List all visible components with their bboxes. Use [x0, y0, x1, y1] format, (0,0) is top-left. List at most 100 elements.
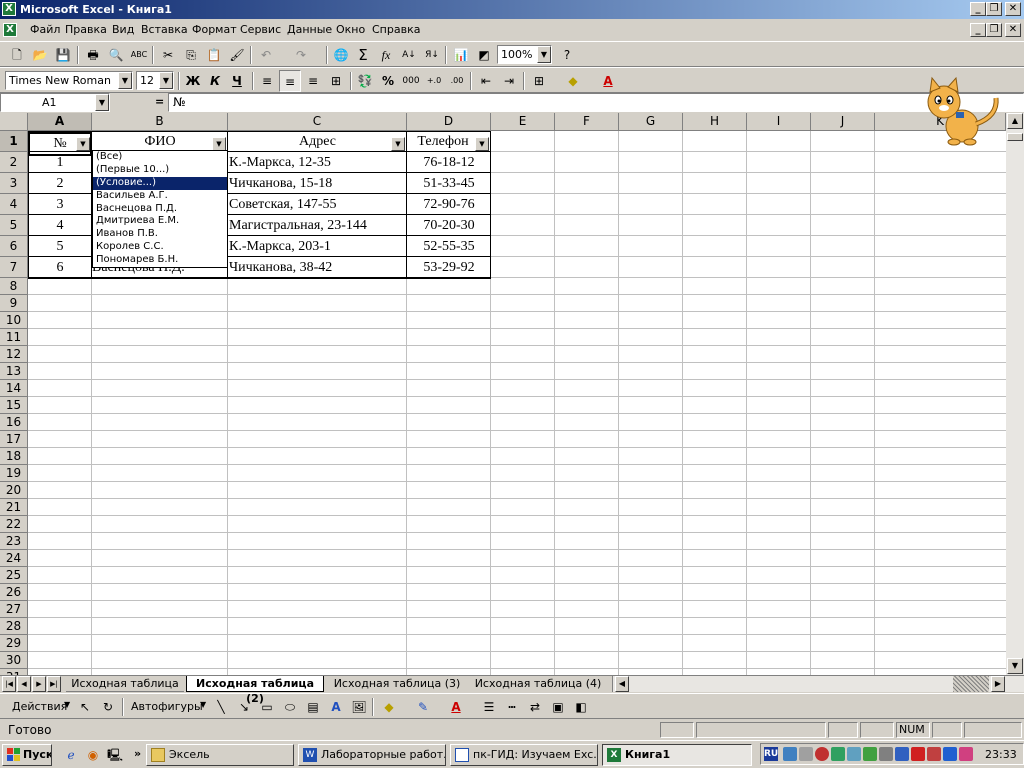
- next-sheet-button[interactable]: ▶: [32, 676, 46, 692]
- sheet-tab-active[interactable]: Исходная таблица (2): [186, 676, 324, 705]
- col-header-a[interactable]: A: [28, 113, 92, 131]
- drawing-icon[interactable]: ◩: [473, 44, 495, 66]
- sort-asc-icon[interactable]: A↓: [398, 44, 420, 66]
- col-header-f[interactable]: F: [555, 113, 619, 131]
- tray-app-icon[interactable]: [847, 747, 861, 761]
- row-header[interactable]: 27: [0, 601, 28, 618]
- copy-icon[interactable]: ⎘: [180, 44, 202, 66]
- col-header-b[interactable]: B: [92, 113, 228, 131]
- filter-option[interactable]: Иванов П.В.: [93, 228, 227, 241]
- sheet-tab[interactable]: Исходная таблица (3): [330, 676, 464, 692]
- scroll-right-button[interactable]: ▶: [991, 676, 1005, 692]
- filter-option[interactable]: Королев С.С.: [93, 241, 227, 254]
- col-header-d[interactable]: D: [407, 113, 491, 131]
- volume-icon[interactable]: [799, 747, 813, 761]
- textbox-icon[interactable]: ▤: [302, 696, 324, 718]
- actions-menu[interactable]: Действия: [12, 700, 67, 713]
- col-header-j[interactable]: J: [811, 113, 875, 131]
- row-header[interactable]: 18: [0, 448, 28, 465]
- undo-icon[interactable]: ↶: [255, 44, 277, 66]
- language-indicator[interactable]: RU: [764, 747, 778, 761]
- redo-icon[interactable]: ↷: [290, 44, 312, 66]
- row-header[interactable]: 17: [0, 431, 28, 448]
- font-color-icon[interactable]: A: [597, 70, 619, 92]
- filter-option[interactable]: Васильев А.Г.: [93, 190, 227, 203]
- scroll-thumb[interactable]: [1007, 133, 1023, 141]
- tray-app-icon[interactable]: [911, 747, 925, 761]
- row-header[interactable]: 5: [0, 215, 28, 236]
- tray-app-icon[interactable]: [879, 747, 893, 761]
- row-header[interactable]: 13: [0, 363, 28, 380]
- cut-icon[interactable]: ✂: [157, 44, 179, 66]
- autoshapes-menu[interactable]: Автофигуры: [131, 700, 203, 713]
- maximize-button[interactable]: ❐: [986, 2, 1002, 16]
- menu-edit[interactable]: Правка: [65, 23, 107, 36]
- select-all-corner[interactable]: [0, 113, 28, 131]
- save-icon[interactable]: 💾: [52, 44, 74, 66]
- fill-color-icon[interactable]: ◆: [562, 70, 584, 92]
- row-header[interactable]: 15: [0, 397, 28, 414]
- close-button[interactable]: ✕: [1005, 2, 1021, 16]
- dash-style-icon[interactable]: ┅: [501, 696, 523, 718]
- row-header[interactable]: 19: [0, 465, 28, 482]
- network-icon[interactable]: [783, 747, 797, 761]
- media-player-icon[interactable]: ◉: [82, 744, 104, 766]
- doc-minimize-button[interactable]: _: [970, 23, 986, 37]
- menu-format[interactable]: Формат: [192, 23, 237, 36]
- merge-center-icon[interactable]: ⊞: [325, 70, 347, 92]
- filter-option[interactable]: Дмитриева Е.М.: [93, 215, 227, 228]
- open-icon[interactable]: 📂: [29, 44, 51, 66]
- scroll-down-button[interactable]: ▼: [1007, 658, 1023, 674]
- draw-fill-color-icon[interactable]: ◆: [378, 696, 400, 718]
- quicklaunch-more-icon[interactable]: »: [134, 747, 141, 760]
- task-excel[interactable]: X Книга1: [602, 744, 752, 766]
- filter-option-selected[interactable]: (Условие...): [93, 176, 227, 190]
- tray-app-icon[interactable]: [943, 747, 957, 761]
- menu-tools[interactable]: Сервис: [240, 23, 281, 36]
- spelling-icon[interactable]: ABC: [128, 44, 150, 66]
- formula-input[interactable]: №: [168, 93, 1024, 112]
- currency-icon[interactable]: 💱: [354, 70, 376, 92]
- rectangle-icon[interactable]: ▭: [256, 696, 278, 718]
- vertical-scrollbar[interactable]: ▲ ▼: [1006, 113, 1024, 675]
- zoom-select[interactable]: 100% ▼: [497, 45, 552, 64]
- sheet-tab[interactable]: Исходная таблица: [66, 676, 184, 692]
- minimize-button[interactable]: _: [970, 2, 986, 16]
- col-header-c[interactable]: C: [228, 113, 407, 131]
- menu-window[interactable]: Окно: [336, 23, 365, 36]
- doc-restore-button[interactable]: ❐: [986, 23, 1002, 37]
- scroll-up-button[interactable]: ▲: [1007, 113, 1023, 129]
- menu-data[interactable]: Данные: [287, 23, 332, 36]
- doc-close-button[interactable]: ✕: [1005, 23, 1021, 37]
- underline-button[interactable]: Ч: [226, 70, 248, 92]
- office-assistant-cat-icon[interactable]: [918, 76, 1002, 146]
- last-sheet-button[interactable]: ▶|: [47, 676, 61, 692]
- row-header[interactable]: 20: [0, 482, 28, 499]
- increase-decimal-icon[interactable]: +.0: [423, 70, 445, 92]
- sheet-tab[interactable]: Исходная таблица (4): [470, 676, 606, 692]
- antivirus-icon[interactable]: [815, 747, 829, 761]
- font-size-select[interactable]: 12 ▼: [136, 71, 174, 90]
- row-header[interactable]: 11: [0, 329, 28, 346]
- line-style-icon[interactable]: ☰: [478, 696, 500, 718]
- sort-desc-icon[interactable]: Я↓: [421, 44, 443, 66]
- row-header[interactable]: 16: [0, 414, 28, 431]
- row-header[interactable]: 23: [0, 533, 28, 550]
- hyperlink-icon[interactable]: 🌐: [330, 44, 352, 66]
- align-right-icon[interactable]: ≡: [302, 70, 324, 92]
- decrease-indent-icon[interactable]: ⇤: [475, 70, 497, 92]
- chart-wizard-icon[interactable]: 📊: [450, 44, 472, 66]
- percent-button[interactable]: %: [377, 70, 399, 92]
- row-header[interactable]: 30: [0, 652, 28, 669]
- excel-icon[interactable]: X: [2, 2, 16, 16]
- row-header[interactable]: 14: [0, 380, 28, 397]
- format-painter-icon[interactable]: 🖌: [226, 44, 248, 66]
- select-objects-icon[interactable]: ↖: [74, 696, 96, 718]
- workbook-icon[interactable]: X: [3, 23, 17, 37]
- clipart-icon[interactable]: 🖼: [348, 696, 370, 718]
- prev-sheet-button[interactable]: ◀: [17, 676, 31, 692]
- autofilter-dropdown[interactable]: (Все) (Первые 10...) (Условие...) Василь…: [92, 150, 228, 268]
- align-left-icon[interactable]: ≡: [256, 70, 278, 92]
- bold-button[interactable]: Ж: [182, 70, 204, 92]
- menu-help[interactable]: Справка: [372, 23, 420, 36]
